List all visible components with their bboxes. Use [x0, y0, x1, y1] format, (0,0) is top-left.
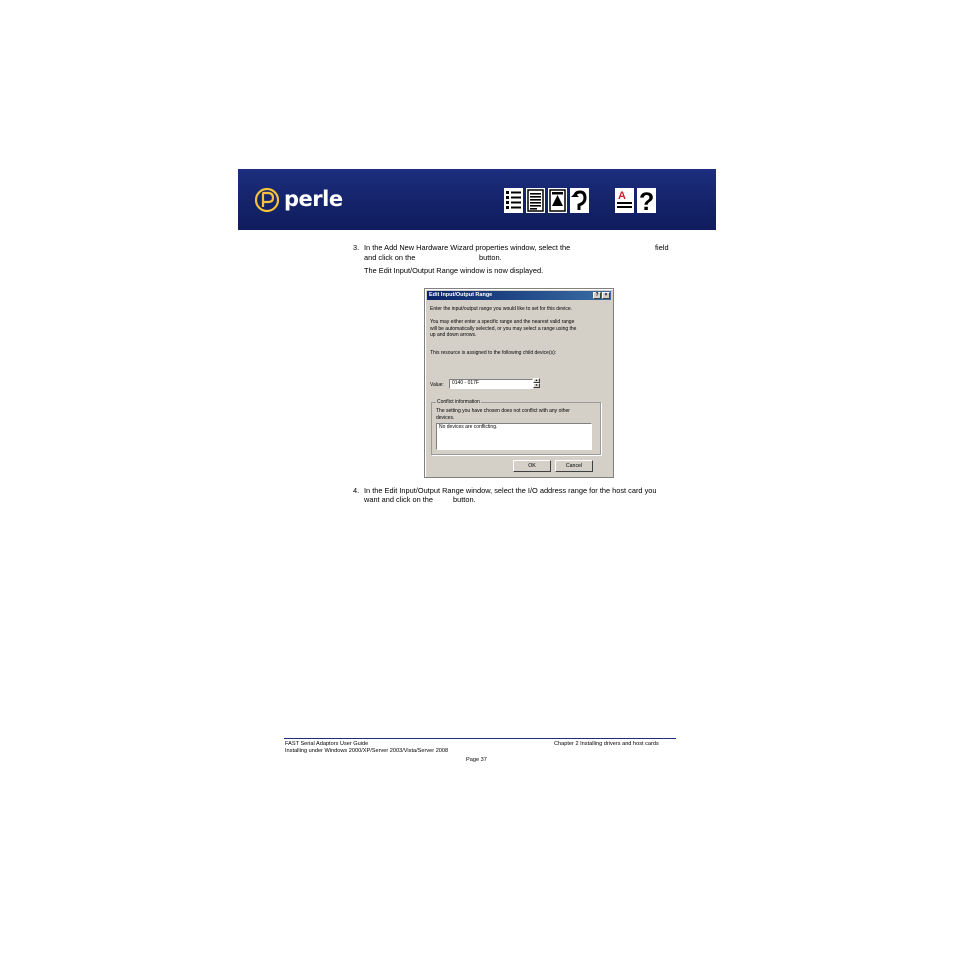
edit-io-range-dialog: Edit Input/Output Range ? × Enter the in…	[424, 288, 614, 478]
perle-logo-icon	[254, 187, 280, 213]
conflict-groupbox: Conflict information The setting you hav…	[431, 399, 601, 455]
dialog-help-button[interactable]: ?	[593, 292, 601, 299]
help-icon[interactable]: ?	[637, 188, 656, 213]
step-4-line-2a: want and click on the	[364, 495, 434, 504]
header-banner: perle A ?	[238, 169, 716, 230]
step-4-line-2b: button.	[453, 495, 476, 504]
step-3-line-1: In the Add New Hardware Wizard propertie…	[364, 243, 571, 252]
dialog-assigned: This resource is assigned to the followi…	[430, 350, 557, 356]
footer-guide-title: FAST Serial Adaptors User Guide	[285, 741, 369, 747]
footer-section: Installing under Windows 2000/XP/Server …	[285, 748, 449, 754]
top-icon[interactable]	[548, 188, 567, 213]
ok-button[interactable]: OK	[513, 460, 551, 472]
glossary-icon[interactable]: A	[615, 188, 634, 213]
dialog-hint-2: will be automatically selected, or you m…	[430, 325, 577, 332]
dialog-close-button[interactable]: ×	[602, 292, 610, 299]
step-3-line-2b: button.	[479, 253, 502, 262]
glossary-letter: A	[618, 190, 626, 202]
conflict-list[interactable]: No devices are conflicting.	[436, 423, 592, 450]
perle-logo: perle	[254, 185, 343, 215]
value-spinner[interactable]: ▲ ▼	[533, 378, 540, 389]
conflict-text-1: The setting you have chosen does not con…	[436, 408, 570, 414]
logo-text: perle	[284, 187, 343, 211]
conflict-label: Conflict information	[436, 399, 481, 406]
step-3-line-3: The Edit Input/Output Range window is no…	[364, 266, 544, 275]
dialog-intro: Enter the input/output range you would l…	[430, 306, 573, 312]
value-label: Value:	[430, 382, 444, 388]
value-input[interactable]: 0140 - 017F	[449, 379, 533, 389]
step-3-line-1-end: field	[655, 243, 669, 252]
cancel-button[interactable]: Cancel	[555, 460, 593, 472]
dialog-hint-1: You may either enter a specific range an…	[430, 319, 575, 325]
step-3-line-2a: and click on the	[364, 253, 416, 262]
footer-chapter: Chapter 2 Installing drivers and host ca…	[554, 741, 659, 747]
conflict-text-2: devices.	[436, 414, 455, 421]
spinner-down-icon[interactable]: ▼	[533, 383, 540, 388]
footer-rule	[284, 738, 676, 739]
index-icon[interactable]	[526, 188, 545, 213]
back-icon[interactable]	[570, 188, 589, 213]
contents-icon[interactable]	[504, 188, 523, 213]
page-number: Page 37	[466, 757, 487, 763]
dialog-title-bar: Edit Input/Output Range ? ×	[427, 291, 611, 300]
dialog-title: Edit Input/Output Range	[429, 292, 493, 298]
step-3-number: 3.	[353, 243, 360, 252]
dialog-hint-3: up and down arrows.	[430, 332, 477, 339]
help-glyph: ?	[639, 188, 654, 213]
step-4-number: 4.	[353, 486, 360, 495]
